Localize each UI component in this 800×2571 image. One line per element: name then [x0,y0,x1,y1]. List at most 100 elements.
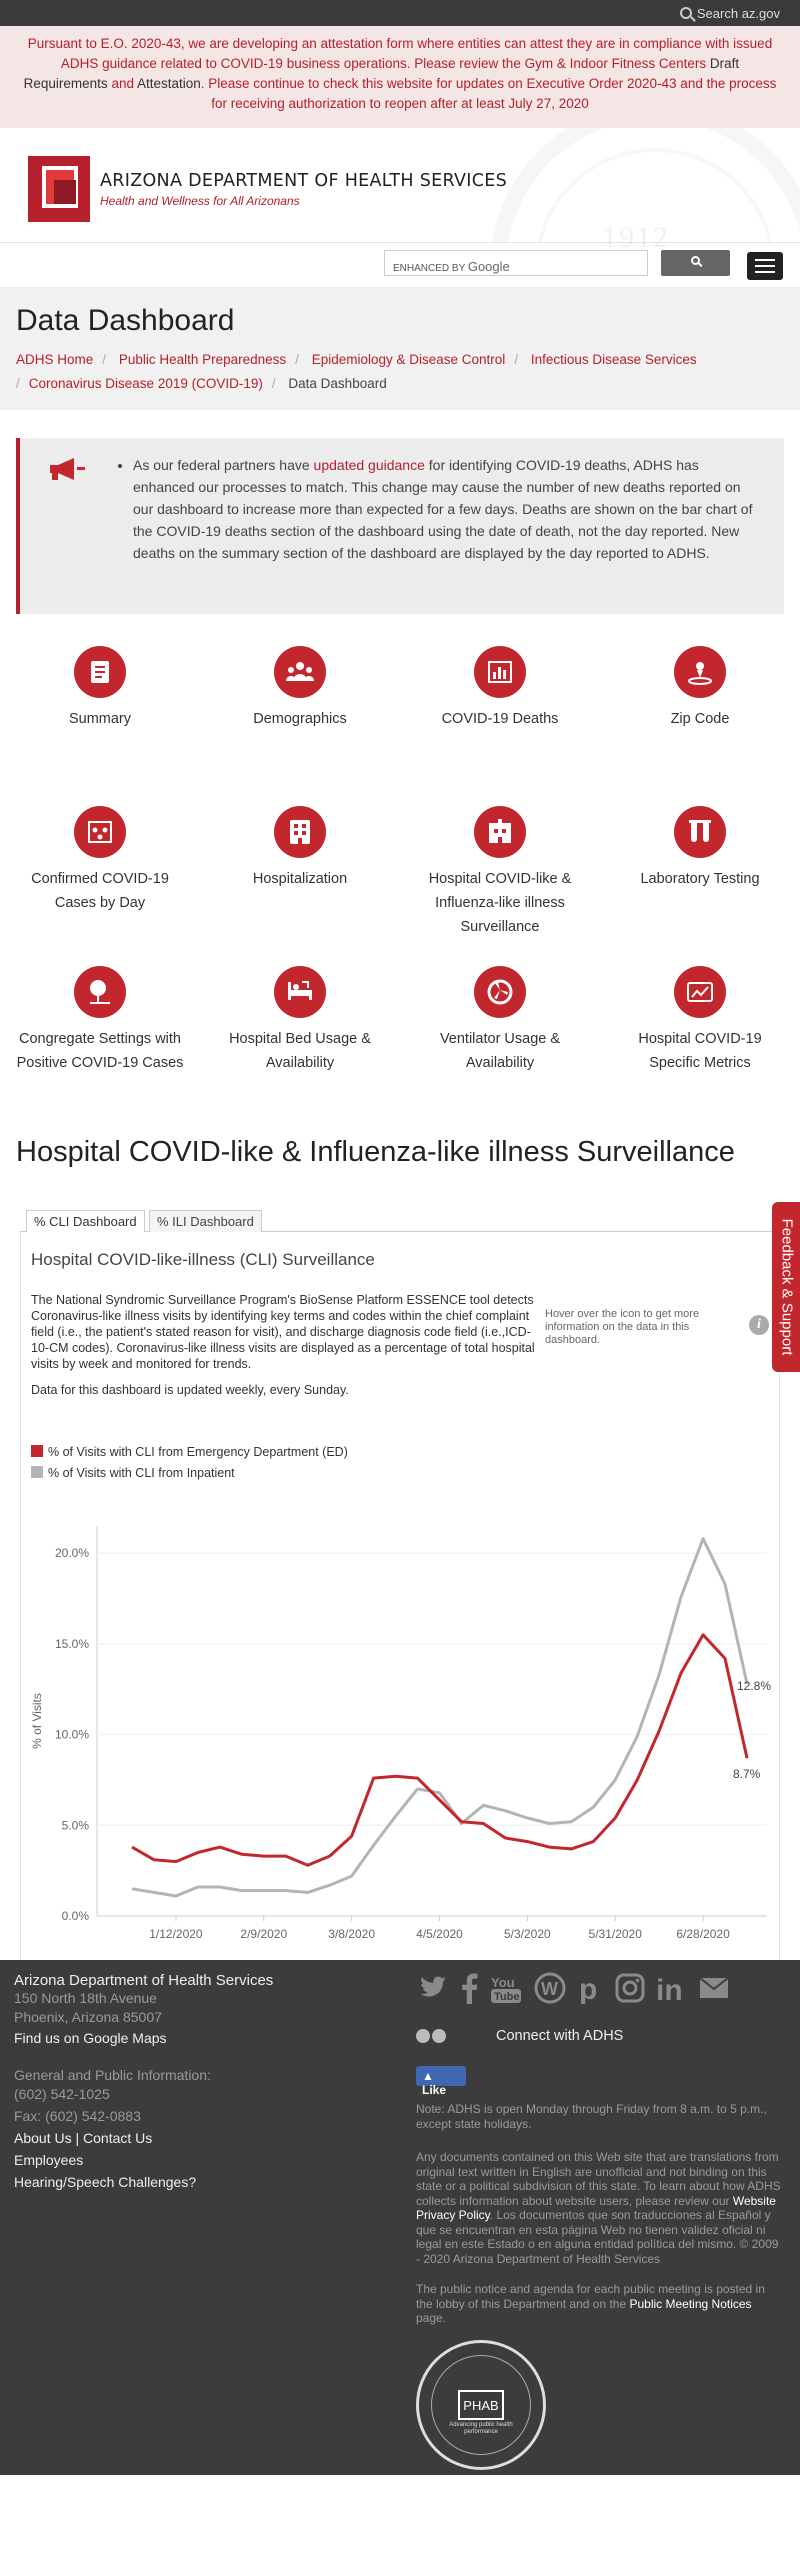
series-line-ed[interactable] [131,1633,749,1867]
dashboard-tiles: Summary Demographics COVID-19 Deaths Zip Co… [0,636,800,1116]
tile-cases-by-day[interactable]: Confirmed COVID-19 Cases by Day [0,796,200,956]
tab-cli-dashboard[interactable]: % CLI Dashboard [26,1210,145,1233]
top-bar: Search az.gov [0,0,800,26]
adhs-logo[interactable]: ARIZONA DEPARTMENT OF HEALTH SERVICES He… [28,156,507,222]
search-row: 1912 ENHANCED BY Google [0,221,800,288]
breadcrumb: ADHS Home / Public Health Preparedness / E… [16,352,697,391]
phab-accreditation-seal[interactable]: PHAB Advancing public health performance [416,2340,546,2470]
footer-org-name: Arizona Department of Health Services [14,1972,274,1989]
breadcrumb-infectious-disease[interactable]: Infectious Disease Services [531,352,697,367]
dashboard-description: The National Syndromic Surveillance Prog… [31,1292,541,1398]
contact-us-link[interactable]: Contact Us [83,2130,152,2146]
menu-button[interactable] [747,252,783,280]
info-icon[interactable]: i [749,1315,769,1335]
x-tick-label: 6/28/2020 [676,1927,730,1941]
tile-label: Hospital COVID-19 Specific Metrics [638,1031,762,1071]
tile-label: Ventilator Usage & Availability [439,1031,561,1071]
x-tick-label: 2/9/2020 [240,1927,287,1941]
search-input[interactable]: ENHANCED BY Google [384,250,648,276]
ventilator-icon [474,966,526,1018]
legend-inpatient[interactable]: % of Visits with CLI from Inpatient [31,1463,348,1484]
svg-text:p: p [579,1973,597,2004]
social-links: You Tube W p in [416,1972,730,2004]
site-tagline: Health and Wellness for All Arizonans [100,193,300,208]
tile-lab-testing[interactable]: Laboratory Testing [600,796,800,956]
demographics-icon [274,646,326,698]
breadcrumb-covid19[interactable]: Coronavirus Disease 2019 (COVID-19) [29,376,263,391]
hospitalization-icon [274,806,326,858]
tile-hospitalization[interactable]: Hospitalization [200,796,400,956]
breadcrumb-current: Data Dashboard [288,376,387,391]
zip-code-icon [674,646,726,698]
legend-ed[interactable]: % of Visits with CLI from Emergency Depa… [31,1442,348,1463]
facebook-icon[interactable] [458,1972,480,2004]
instagram-icon[interactable] [614,1972,646,2004]
updated-guidance-link[interactable]: updated guidance [314,457,425,473]
tab-ili-dashboard[interactable]: % ILI Dashboard [149,1210,262,1232]
facebook-like-button[interactable]: ▲ Like [416,2066,466,2097]
congregate-settings-icon [74,966,126,1018]
tile-hospital-bed[interactable]: Hospital Bed Usage & Availability [200,956,400,1116]
twitter-icon[interactable] [416,1972,448,2004]
tile-deaths-chart[interactable]: COVID-19 Deaths [400,636,600,796]
footer-separator: | [71,2130,84,2146]
phab-label: PHAB [458,2390,504,2420]
connect-label: Connect with ADHS [496,2028,624,2044]
y-tick-label: 5.0% [62,1818,90,1832]
cli-line-chart[interactable]: 0.0% 5.0% 10.0% 15.0% 20.0% 1/12/2020 2/9/2020… [21,1514,779,1944]
tile-label: Hospitalization [252,871,348,887]
employees-link[interactable]: Employees [14,2149,404,2171]
search-az-gov-link[interactable]: Search az.gov [697,6,780,21]
google-maps-link[interactable]: Find us on Google Maps [14,2027,404,2049]
hover-hint: Hover over the icon to get more informat… [545,1308,700,1346]
x-tick-label: 4/5/2020 [416,1927,463,1941]
tile-label: Zip Code [670,711,730,727]
x-tick-label: 5/3/2020 [504,1927,551,1941]
megaphone-icon [50,458,85,480]
about-us-link[interactable]: About Us [14,2130,72,2146]
footer-fax: Fax: (602) 542-0883 [14,2108,141,2124]
public-meeting-notices-link[interactable]: Public Meeting Notices [629,2297,751,2311]
end-label-ed: 8.7% [733,1767,761,1781]
tile-congregate-settings[interactable]: Congregate Settings with Positive COVID-… [0,956,200,1116]
title-area: Data Dashboard ADHS Home / Public Health … [0,288,800,410]
x-tick-label: 3/8/2020 [328,1927,375,1941]
breadcrumb-public-health-preparedness[interactable]: Public Health Preparedness [119,352,286,367]
site-header: ARIZONA DEPARTMENT OF HEALTH SERVICES He… [0,128,800,243]
flickr-icon[interactable] [416,2029,430,2043]
series-line-inpatient[interactable] [131,1537,749,1898]
tile-hospital-metrics[interactable]: Hospital COVID-19 Specific Metrics [600,956,800,1116]
youtube-icon[interactable]: YouTube [490,1972,524,2004]
tile-summary[interactable]: Summary [0,636,200,796]
hearing-speech-link[interactable]: Hearing/Speech Challenges? [14,2171,404,2193]
linkedin-icon[interactable]: in [656,1972,688,2004]
email-icon[interactable] [698,1972,730,2004]
feedback-support-tab[interactable]: Feedback & Support [772,1202,800,1372]
tile-zip-code[interactable]: Zip Code [600,636,800,796]
section-title: Hospital COVID-like & Influenza-like ill… [16,1136,735,1168]
y-tick-label: 10.0% [55,1728,89,1742]
deaths-notice: As our federal partners have updated gui… [16,438,784,614]
search-button[interactable] [661,250,730,276]
x-tick-label: 1/12/2020 [149,1927,203,1941]
search-icon[interactable] [679,7,692,19]
footer-phone: (602) 542-1025 [14,2086,110,2102]
connect-with-adhs[interactable]: Connect with ADHS [416,2028,623,2044]
translation-disclaimer: Any documents contained on this Web site… [416,2150,781,2266]
breadcrumb-adhs-home[interactable]: ADHS Home [16,352,93,367]
alert-text: Pursuant to E.O. 2020-43, we are develop… [27,36,773,71]
svg-text:W: W [541,1979,558,1999]
hospital-surveillance-icon [474,806,526,858]
pinterest-icon[interactable]: p [576,1972,604,2004]
tile-ventilator[interactable]: Ventilator Usage & Availability [400,956,600,1116]
dashboard-title: Hospital COVID-like-illness (CLI) Survei… [31,1250,375,1269]
tile-hospital-surveillance[interactable]: Hospital COVID-like & Influenza-like ill… [400,796,600,956]
cli-dashboard: Hospital COVID-like-illness (CLI) Survei… [20,1232,780,1970]
attestation-link[interactable]: Attestation [137,76,201,91]
breadcrumb-epidemiology[interactable]: Epidemiology & Disease Control [312,352,506,367]
wordpress-icon[interactable]: W [534,1972,566,2004]
svg-text:Tube: Tube [494,1991,519,2003]
public-meeting-note: The public notice and agenda for each pu… [416,2282,765,2325]
tile-demographics[interactable]: Demographics [200,636,400,796]
summary-icon [74,646,126,698]
